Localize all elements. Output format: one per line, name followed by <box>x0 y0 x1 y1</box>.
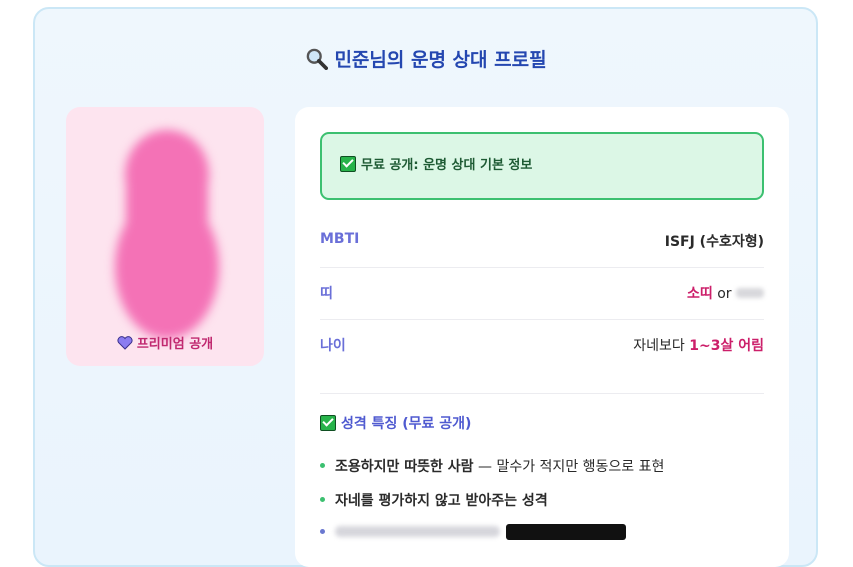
free-notice-text: 무료 공개: 운명 상대 기본 정보 <box>361 158 533 173</box>
bullet-dot <box>320 463 325 468</box>
hidden-zodiac-value <box>736 288 764 298</box>
zodiac-row: 띠 소띠 or <box>320 267 764 320</box>
zodiac-label: 띠 <box>320 286 333 302</box>
locked-trait-item <box>320 524 626 541</box>
trait-item: 조용하지만 따뜻한 사람 — 말수가 적지만 행동으로 표현 <box>320 456 664 476</box>
mbti-row: MBTI ISFJ (수호자형) <box>320 215 764 268</box>
bullet-dot <box>320 529 325 534</box>
magnifier-icon <box>307 48 329 70</box>
blurred-silhouette <box>115 130 219 339</box>
age-row: 나이 자네보다 1~3살 어림 <box>320 319 764 371</box>
check-mark-icon <box>320 415 336 431</box>
mbti-value: ISFJ (수호자형) <box>664 234 764 250</box>
redacted-bar <box>506 524 626 540</box>
page-title-text: 민준님의 운명 상대 프로필 <box>334 49 547 71</box>
profile-photo-card <box>66 107 264 366</box>
age-label: 나이 <box>320 338 346 354</box>
mbti-label: MBTI <box>320 231 360 247</box>
section-divider <box>320 393 764 394</box>
purple-heart-icon <box>117 336 133 350</box>
check-mark-icon <box>340 156 356 172</box>
zodiac-value: 소띠 or <box>687 283 764 303</box>
blurred-trait-text <box>335 526 500 537</box>
bullet-dot <box>320 497 325 502</box>
free-notice-box: 무료 공개: 운명 상대 기본 정보 <box>320 132 764 200</box>
traits-title: 성격 특징 (무료 공개) <box>320 413 471 433</box>
page-title: 민준님의 운명 상대 프로필 <box>0 45 853 72</box>
age-value: 자네보다 1~3살 어림 <box>633 338 764 354</box>
trait-item: 자네를 평가하지 않고 받아주는 성격 <box>320 490 548 510</box>
premium-label[interactable]: 프리미엄 공개 <box>0 333 330 352</box>
